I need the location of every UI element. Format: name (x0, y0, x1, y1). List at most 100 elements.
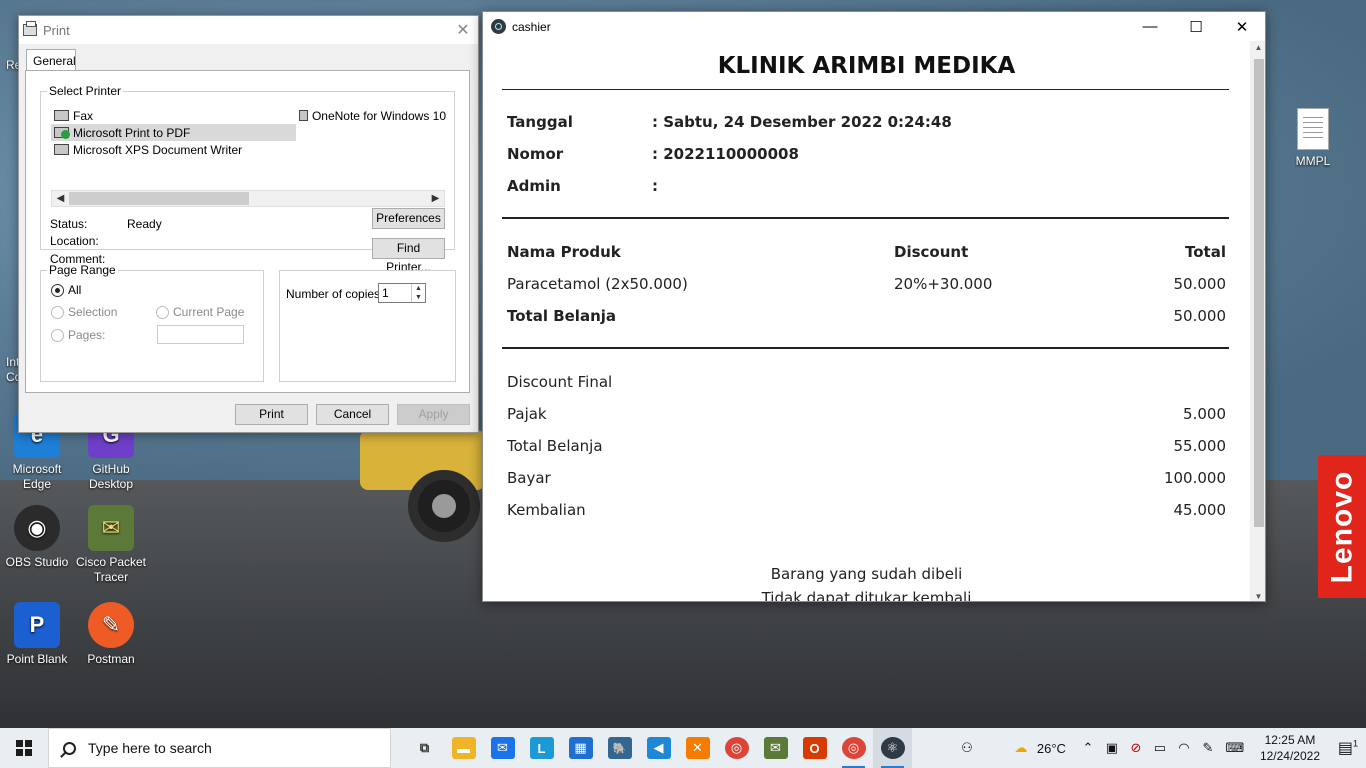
kembalian-label: Kembalian (507, 501, 586, 519)
obs-icon: ◉ (14, 505, 60, 551)
meet-now-icon[interactable]: ▣ (1100, 740, 1124, 756)
footer-line-1: Barang yang sudah dibeli (770, 565, 963, 583)
desktop-icon-postman[interactable]: ✎ Postman (74, 602, 148, 667)
security-alert-icon[interactable]: ⊘ (1124, 740, 1148, 756)
printer-icon (23, 21, 37, 36)
taskbar-store[interactable]: ▦ (561, 728, 600, 768)
spin-arrows-icon[interactable]: ▲ ▼ (411, 284, 425, 302)
cashier-window-title: cashier (512, 19, 551, 34)
xampp-icon: ✕ (685, 737, 710, 759)
scroll-up-icon[interactable]: ▲ (1250, 43, 1265, 52)
cancel-button[interactable]: Cancel (316, 404, 389, 425)
find-printer-button[interactable]: Find Printer... (372, 238, 445, 274)
bayar-label: Bayar (507, 469, 551, 487)
close-icon[interactable]: ✕ (1219, 18, 1265, 36)
weather-icon[interactable]: ☁ (1009, 740, 1033, 756)
printer-icon (54, 110, 69, 121)
grand-total-value: 55.000 (1173, 437, 1227, 455)
chevron-up-icon[interactable]: ⌃ (1076, 740, 1100, 756)
weather-temp[interactable]: 26°C (1033, 741, 1076, 756)
task-view-icon: ⧉ (419, 740, 430, 755)
taskbar-file-explorer[interactable]: ▬ (444, 728, 483, 768)
taskbar-chrome[interactable]: ◎ (717, 728, 756, 768)
lenovo-logo: Lenovo (1318, 455, 1366, 598)
scrollbar-thumb[interactable] (1254, 59, 1264, 527)
mail-icon: ✉ (490, 737, 515, 759)
printer-item-pdf[interactable]: Microsoft Print to PDF (51, 124, 296, 141)
minimize-icon[interactable]: — (1127, 18, 1173, 36)
postgres-icon: 🐘 (607, 737, 632, 759)
printer-icon (299, 110, 308, 121)
radio-selection[interactable]: Selection (51, 305, 117, 319)
battery-icon[interactable]: ▭ (1148, 740, 1172, 756)
printer-item-fax[interactable]: Fax (51, 107, 93, 124)
scrollbar-thumb[interactable] (69, 192, 249, 205)
taskbar-l-app[interactable]: L (522, 728, 561, 768)
radio-pages[interactable]: Pages: (51, 328, 105, 342)
cashier-titlebar: cashier — ☐ ✕ (483, 12, 1265, 41)
copies-stepper[interactable]: 1 ▲ ▼ (378, 283, 426, 303)
printer-list-scrollbar[interactable]: ◀ ▶ (51, 190, 445, 207)
apply-button[interactable]: Apply (397, 404, 470, 425)
store-icon: ▦ (568, 737, 593, 759)
people-icon[interactable]: ⚇ (955, 740, 979, 756)
keyboard-icon[interactable]: ⌨ (1220, 740, 1250, 756)
taskbar-packet-tracer[interactable]: ✉ (756, 728, 795, 768)
l-app-icon: L (529, 737, 554, 759)
taskbar-chrome-2[interactable]: ◎ (834, 728, 873, 768)
header-product: Nama Produk (507, 243, 621, 261)
clinic-name: KLINIK ARIMBI MEDIKA (717, 53, 1016, 79)
admin-value: : (652, 177, 658, 195)
print-dialog-panel: Select Printer Fax Microsoft Print to PD… (25, 70, 470, 393)
page-range-label: Page Range (47, 263, 118, 277)
wifi-icon[interactable]: ◠ (1172, 740, 1196, 756)
desktop-icon-mmpl[interactable]: MMPL (1288, 108, 1338, 168)
desktop-icon-obs-studio[interactable]: ◉ OBS Studio (0, 505, 74, 570)
pajak-value: 5.000 (1183, 405, 1226, 423)
chrome-icon: ◎ (841, 737, 866, 759)
print-dialog-titlebar: Print ✕ (19, 16, 478, 44)
notification-count: 1 (1353, 738, 1359, 749)
grand-total-label: Total Belanja (507, 437, 603, 455)
radio-current-page[interactable]: Current Page (156, 305, 244, 319)
total-belanja-value: 50.000 (1173, 307, 1227, 325)
print-button[interactable]: Print (235, 404, 308, 425)
copies-group: Number of copies: 1 ▲ ▼ (279, 270, 456, 382)
clock-date: 12/24/2022 (1259, 749, 1320, 763)
scroll-right-icon[interactable]: ▶ (427, 191, 444, 206)
receipt-scrollbar[interactable]: ▲ ▼ (1250, 41, 1265, 601)
clock[interactable]: 12:25 AM 12/24/2022 (1250, 732, 1330, 764)
search-box[interactable]: Type here to search (48, 728, 391, 768)
scroll-down-icon[interactable]: ▼ (1250, 592, 1265, 601)
taskbar: Type here to search ⧉ ▬ ✉ L ▦ 🐘 ◀ ✕ ◎ ✉ … (0, 728, 1366, 768)
kembalian-value: 45.000 (1173, 501, 1227, 519)
radio-all[interactable]: All (51, 283, 81, 297)
printer-item-xps[interactable]: Microsoft XPS Document Writer (51, 141, 242, 158)
taskbar-electron-cashier[interactable]: ⚛ (873, 728, 912, 768)
status-label: Status: (50, 217, 88, 231)
taskbar-task-view[interactable]: ⧉ (405, 728, 444, 768)
taskbar-mail[interactable]: ✉ (483, 728, 522, 768)
desktop-icon-point-blank[interactable]: P Point Blank (0, 602, 74, 667)
preferences-button[interactable]: Preferences (372, 208, 445, 229)
tab-general[interactable]: General (26, 49, 76, 71)
receipt: KLINIK ARIMBI MEDIKA Tanggal : Sabtu, 24… (483, 41, 1250, 601)
close-icon[interactable]: ✕ (448, 20, 478, 40)
tanggal-label: Tanggal (507, 113, 573, 131)
desktop-icon-cisco-packet-tracer[interactable]: ✉ Cisco Packet Tracer (74, 505, 148, 585)
printer-item-onenote[interactable]: OneNote for Windows 10 (296, 107, 446, 124)
taskbar-vscode[interactable]: ◀ (639, 728, 678, 768)
taskbar-office[interactable]: O (795, 728, 834, 768)
bayar-value: 100.000 (1163, 469, 1226, 487)
scroll-left-icon[interactable]: ◀ (52, 191, 69, 206)
pen-icon[interactable]: ✎ (1196, 740, 1220, 756)
select-printer-group: Select Printer Fax Microsoft Print to PD… (40, 84, 455, 274)
start-button[interactable] (0, 728, 48, 768)
pages-input[interactable] (157, 325, 244, 344)
taskbar-xampp[interactable]: ✕ (678, 728, 717, 768)
copies-label: Number of copies: (286, 287, 384, 301)
notification-icon[interactable]: ▤1 (1330, 738, 1366, 758)
tanggal-value: : Sabtu, 24 Desember 2022 0:24:48 (652, 113, 952, 131)
taskbar-postgres[interactable]: 🐘 (600, 728, 639, 768)
maximize-icon[interactable]: ☐ (1173, 18, 1219, 36)
